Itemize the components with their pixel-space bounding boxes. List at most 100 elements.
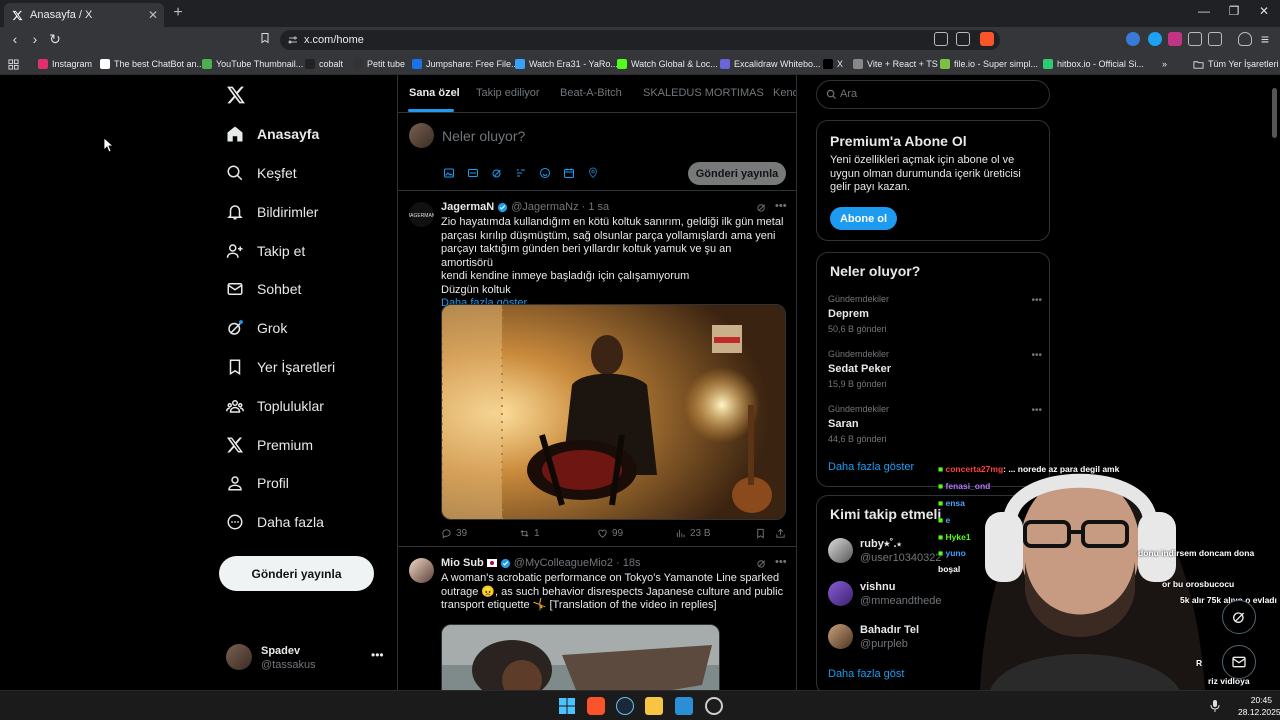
steam-icon[interactable] <box>616 697 634 715</box>
bookmark-item[interactable]: X <box>823 56 843 72</box>
bookmark-page-icon[interactable] <box>256 30 274 48</box>
poll-icon[interactable] <box>515 167 527 179</box>
bookmarks-overflow-icon[interactable]: » <box>1162 56 1167 72</box>
tab-for-you[interactable]: Sana özel <box>409 87 460 99</box>
extension-icon[interactable] <box>1126 32 1140 46</box>
nav-profile[interactable]: Profil <box>226 468 289 498</box>
author-name[interactable]: JagermaN <box>441 201 494 213</box>
share-icon[interactable] <box>956 32 970 46</box>
obs-icon[interactable] <box>705 697 723 715</box>
minimize-button[interactable]: — <box>1194 4 1214 18</box>
nav-home[interactable]: Anasayfa <box>226 119 319 149</box>
subscribe-button[interactable]: Abone ol <box>830 207 897 230</box>
extension-icon[interactable] <box>1168 32 1182 46</box>
bookmark-item[interactable]: Instagram <box>38 56 92 72</box>
bookmark-item[interactable]: cobalt <box>305 56 343 72</box>
x-logo-icon[interactable] <box>226 85 246 105</box>
all-bookmarks-folder[interactable]: Tüm Yer İşaretleri <box>1193 56 1279 72</box>
nav-communities[interactable]: Topluluklar <box>226 391 324 421</box>
reply-button[interactable]: 39 <box>441 528 467 539</box>
menu-icon[interactable]: ≡ <box>1256 30 1274 48</box>
bookmark-item[interactable]: hitbox.io - Official Si... <box>1043 56 1144 72</box>
bookmark-item[interactable]: Watch Global & Loc... <box>617 56 718 72</box>
system-clock[interactable]: 20:45 28.12.2025 <box>1238 694 1280 718</box>
trend-item[interactable]: Gündemdekiler Saran 44,6 B gönderi ••• <box>828 404 1042 448</box>
tweet[interactable]: Mio Sub @MyColleagueMio2 · 18s ••• A wom… <box>398 548 796 690</box>
more-dots-icon[interactable]: ••• <box>1031 405 1042 416</box>
nav-bookmarks[interactable]: Yer İşaretleri <box>226 352 335 382</box>
back-button[interactable]: ‹ <box>6 30 24 48</box>
extension-icon[interactable] <box>1148 32 1162 46</box>
browser-tab[interactable]: Anasayfa / X ✕ <box>4 3 164 27</box>
tweet-menu-icon[interactable]: ••• <box>775 200 787 212</box>
bookmark-icon[interactable] <box>755 528 766 539</box>
more-dots-icon[interactable]: ••• <box>371 648 384 662</box>
bookmark-item[interactable]: YouTube Thumbnail... <box>202 56 303 72</box>
emoji-icon[interactable] <box>539 167 551 179</box>
views-button[interactable]: 23 B <box>675 528 711 539</box>
nav-chat[interactable]: Sohbet <box>226 274 301 304</box>
sidebar-icon[interactable] <box>1208 32 1222 46</box>
nav-notifications[interactable]: Bildirimler <box>226 197 318 227</box>
tweet-video[interactable] <box>441 624 720 690</box>
maximize-button[interactable]: ❐ <box>1224 4 1244 18</box>
app-icon[interactable] <box>675 697 693 715</box>
forward-button[interactable]: › <box>26 30 44 48</box>
more-dots-icon[interactable]: ••• <box>1031 295 1042 306</box>
site-info-icon[interactable] <box>287 34 299 46</box>
scrollbar[interactable] <box>1272 88 1277 138</box>
nav-grok[interactable]: Grok <box>226 313 287 343</box>
like-button[interactable]: 99 <box>597 528 623 539</box>
grok-icon[interactable] <box>756 558 767 569</box>
share-icon[interactable] <box>775 528 786 539</box>
address-bar[interactable]: x.com/home <box>280 30 1000 50</box>
tweet-menu-icon[interactable]: ••• <box>775 556 787 568</box>
nav-follow[interactable]: Takip et <box>226 236 305 266</box>
nav-premium[interactable]: Premium <box>226 430 313 460</box>
apps-grid-icon[interactable] <box>8 56 19 72</box>
brave-shield-icon[interactable] <box>980 32 994 46</box>
post-button[interactable]: Gönderi yayınla <box>219 556 374 591</box>
image-icon[interactable] <box>443 167 455 179</box>
bookmark-item[interactable]: Jumpshare: Free File... <box>412 56 519 72</box>
schedule-icon[interactable] <box>563 167 575 179</box>
nav-explore[interactable]: Keşfet <box>226 158 297 188</box>
bookmark-item[interactable]: Petit tube <box>353 56 405 72</box>
bookmark-item[interactable]: Watch Era31 - YaRo... <box>515 56 618 72</box>
repost-button[interactable]: 1 <box>519 528 540 539</box>
trend-item[interactable]: Gündemdekiler Deprem 50,6 B gönderi ••• <box>828 294 1042 338</box>
brave-browser-icon[interactable] <box>587 697 605 715</box>
cast-icon[interactable] <box>934 32 948 46</box>
windows-start-icon[interactable] <box>558 697 576 715</box>
grok-icon[interactable] <box>491 167 503 179</box>
bookmark-item[interactable]: Vite + React + TS <box>853 56 938 72</box>
nav-more[interactable]: Daha fazla <box>226 507 324 537</box>
messages-fab[interactable] <box>1222 645 1256 679</box>
tweet-video[interactable] <box>441 304 786 520</box>
trend-item[interactable]: Gündemdekiler Sedat Peker 15,9 B gönderi… <box>828 349 1042 393</box>
tab-list[interactable]: Kend <box>773 87 796 99</box>
bookmark-item[interactable]: Excalidraw Whitebo... <box>720 56 821 72</box>
bookmark-item[interactable]: The best ChatBot an... <box>100 56 204 72</box>
extensions-puzzle-icon[interactable] <box>1188 32 1202 46</box>
vpn-shield-icon[interactable] <box>1238 32 1252 46</box>
tab-list[interactable]: Beat-A-Bitch <box>560 87 622 99</box>
author-name[interactable]: Mio Sub <box>441 557 484 569</box>
tweet-time[interactable]: · 1 sa <box>582 201 610 213</box>
tab-list[interactable]: SKALEDUS MORTIMAS <box>643 87 764 99</box>
reload-button[interactable]: ↻ <box>46 30 64 48</box>
author-handle[interactable]: @JagermaNz <box>511 201 578 213</box>
file-explorer-icon[interactable] <box>645 697 663 715</box>
location-icon[interactable] <box>587 167 599 179</box>
search-input[interactable]: Ara <box>816 80 1050 109</box>
compose-input[interactable]: Neler oluyor? <box>442 128 525 144</box>
tweet-time[interactable]: · 18s <box>616 557 640 569</box>
tab-following[interactable]: Takip ediliyor <box>476 87 540 99</box>
window-close-button[interactable]: ✕ <box>1254 4 1274 18</box>
avatar[interactable] <box>409 558 434 583</box>
grok-icon[interactable] <box>756 202 767 213</box>
author-handle[interactable]: @MyColleagueMio2 <box>514 557 613 569</box>
submit-post-button[interactable]: Gönderi yayınla <box>688 162 786 185</box>
tab-close-icon[interactable]: ✕ <box>148 8 158 22</box>
new-tab-button[interactable]: + <box>170 4 186 22</box>
